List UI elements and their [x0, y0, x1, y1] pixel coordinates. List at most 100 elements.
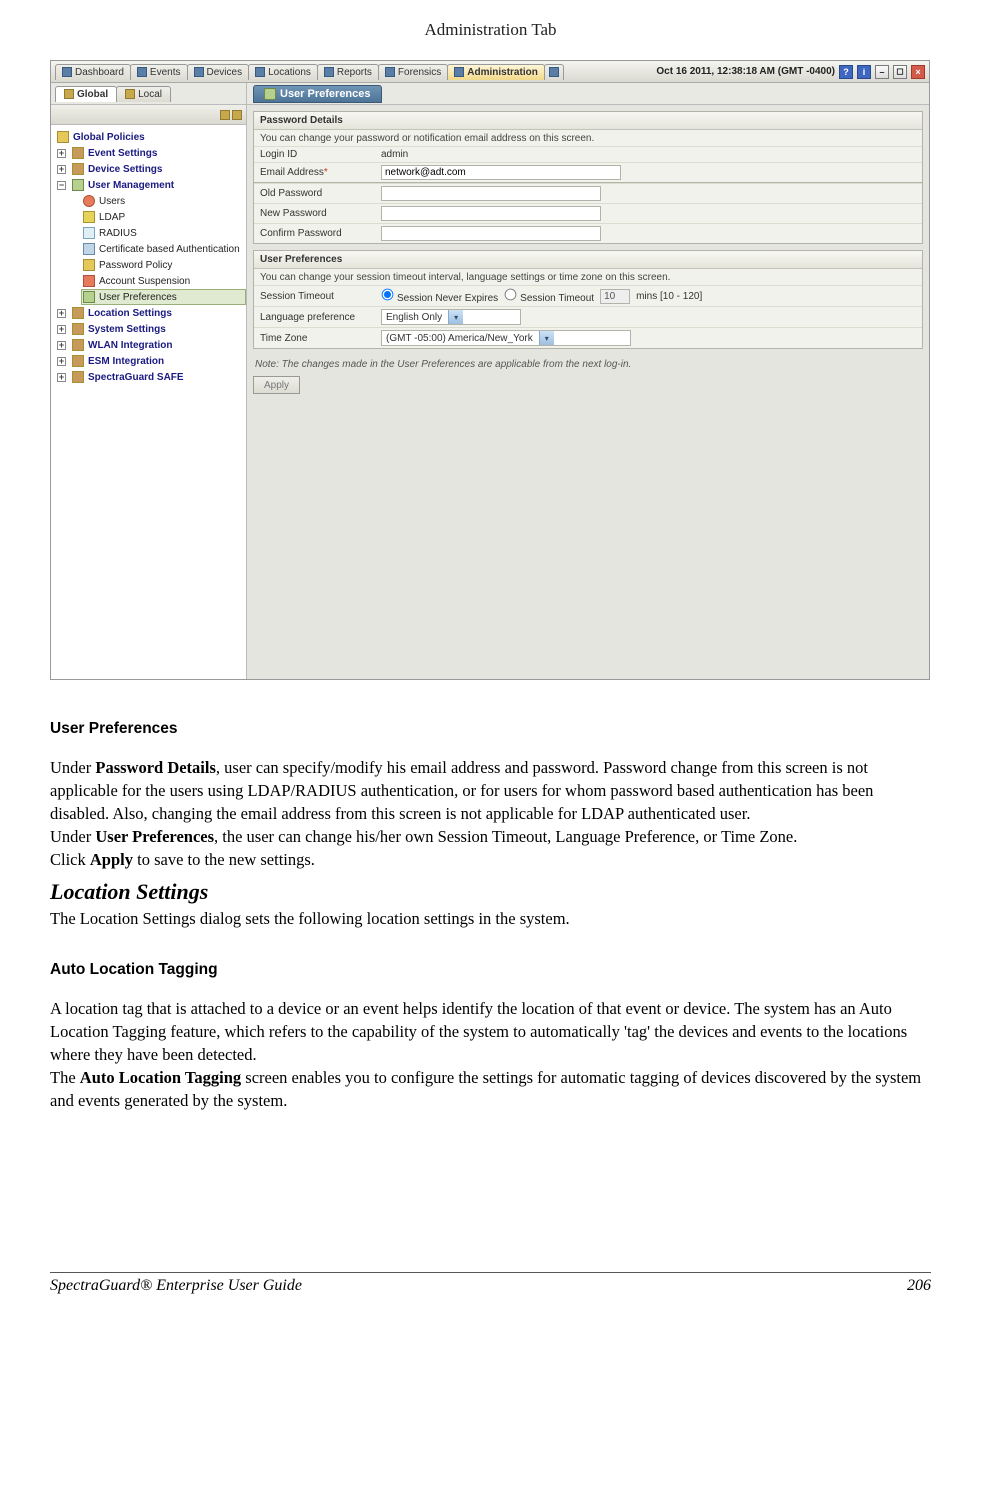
tab-label: Reports: [337, 67, 372, 78]
help-icon[interactable]: ?: [839, 65, 853, 79]
users-icon: [83, 195, 95, 207]
expander-icon[interactable]: +: [57, 149, 66, 158]
panel-title-label: User Preferences: [280, 88, 371, 100]
tab-reports[interactable]: Reports: [317, 64, 379, 80]
password-details-section: Password Details You can change your pas…: [253, 111, 923, 183]
tab-forensics[interactable]: Forensics: [378, 64, 448, 80]
tree-label: Location Settings: [88, 308, 172, 319]
app-topbar: Dashboard Events Devices Locations Repor…: [51, 61, 929, 83]
timezone-select[interactable]: (GMT -05:00) America/New_York ▾: [381, 330, 631, 346]
label-email: Email Address*: [260, 167, 375, 178]
tree-label: Account Suspension: [99, 276, 190, 287]
top-tabs: Dashboard Events Devices Locations Repor…: [55, 64, 563, 80]
tree-device-settings[interactable]: +Device Settings: [55, 161, 246, 177]
app-subbar: Global Local User Preferences: [51, 83, 929, 105]
tree-label: ESM Integration: [88, 356, 164, 367]
info-icon[interactable]: i: [857, 65, 871, 79]
tree-label: SpectraGuard SAFE: [88, 372, 184, 383]
old-password-field[interactable]: [381, 186, 601, 201]
apply-button[interactable]: Apply: [253, 376, 300, 394]
collapse-all-icon[interactable]: [232, 110, 242, 120]
tree-label: Event Settings: [88, 148, 157, 159]
events-icon: [137, 67, 147, 77]
expander-icon[interactable]: +: [57, 357, 66, 366]
prefs-icon: [264, 88, 276, 100]
row-old-password: Old Password: [254, 183, 922, 203]
row-timezone: Time Zone (GMT -05:00) America/New_York …: [254, 327, 922, 348]
folder-icon: [72, 163, 84, 175]
label-old-password: Old Password: [260, 188, 375, 199]
minimize-icon[interactable]: –: [875, 65, 889, 79]
tree-label: Global Policies: [73, 132, 145, 143]
tree-label: RADIUS: [99, 228, 137, 239]
tree-system-settings[interactable]: +System Settings: [55, 321, 246, 337]
tree-event-settings[interactable]: + Event Settings: [55, 145, 246, 161]
language-select[interactable]: English Only ▾: [381, 309, 521, 325]
tree-radius[interactable]: RADIUS: [81, 225, 246, 241]
folder-icon: [72, 323, 84, 335]
footer-page-number: 206: [907, 1277, 931, 1295]
folder-icon: [72, 307, 84, 319]
expander-icon[interactable]: −: [57, 181, 66, 190]
tree-label: WLAN Integration: [88, 340, 172, 351]
email-field[interactable]: [381, 165, 621, 180]
tab-dashboard[interactable]: Dashboard: [55, 64, 131, 80]
tree-label: User Preferences: [99, 292, 177, 303]
tree-ldap[interactable]: LDAP: [81, 209, 246, 225]
expander-icon[interactable]: +: [57, 165, 66, 174]
section-heading: Password Details: [254, 112, 922, 130]
expander-icon[interactable]: +: [57, 373, 66, 382]
radius-icon: [83, 227, 95, 239]
password-icon: [83, 259, 95, 271]
expander-icon[interactable]: +: [57, 325, 66, 334]
tab-label: Devices: [207, 67, 243, 78]
expander-icon[interactable]: +: [57, 341, 66, 350]
tree-password-policy[interactable]: Password Policy: [81, 257, 246, 273]
tab-locations[interactable]: Locations: [248, 64, 318, 80]
tab-events[interactable]: Events: [130, 64, 188, 80]
subtab-local[interactable]: Local: [116, 86, 171, 102]
tree-wlan-integration[interactable]: + WLAN Integration: [55, 337, 246, 353]
tree-cert-auth[interactable]: Certificate based Authentication: [81, 241, 246, 257]
policies-icon: [57, 131, 69, 143]
close-icon[interactable]: ×: [911, 65, 925, 79]
subtab-global[interactable]: Global: [55, 86, 117, 102]
expand-all-icon[interactable]: [220, 110, 230, 120]
globe-icon: [64, 89, 74, 99]
section-heading: User Preferences: [254, 251, 922, 269]
radio-session-timeout[interactable]: Session Timeout: [504, 288, 594, 304]
paragraph-password-details: Under Password Details, user can specify…: [50, 756, 931, 825]
tree-account-suspension[interactable]: Account Suspension: [81, 273, 246, 289]
admin-icon: [454, 67, 464, 77]
tree-users[interactable]: Users: [81, 193, 246, 209]
topbar-right: Oct 16 2011, 12:38:18 AM (GMT -0400) ? i…: [656, 65, 925, 79]
tab-label: Locations: [268, 67, 311, 78]
label-language: Language preference: [260, 312, 375, 323]
tab-label: Events: [150, 67, 181, 78]
section-description: You can change your password or notifica…: [254, 130, 922, 146]
refresh-icon: [549, 67, 559, 77]
subbar-right: User Preferences: [247, 85, 382, 103]
tree-user-management[interactable]: −User Management: [55, 177, 246, 193]
tab-label: Administration: [467, 67, 538, 78]
tree-esm-integration[interactable]: + ESM Integration: [55, 353, 246, 369]
tree-user-preferences[interactable]: User Preferences: [81, 289, 246, 305]
tree-global-policies[interactable]: Global Policies: [55, 129, 246, 145]
tree-location-settings[interactable]: + Location Settings: [55, 305, 246, 321]
tree-spectraguard-safe[interactable]: + SpectraGuard SAFE: [55, 369, 246, 385]
expander-icon[interactable]: +: [57, 309, 66, 318]
sidebar-toolbar: [51, 105, 246, 125]
maximize-icon[interactable]: ◻: [893, 65, 907, 79]
radio-never-expires[interactable]: Session Never Expires: [381, 288, 498, 304]
row-language: Language preference English Only ▾: [254, 306, 922, 327]
session-timeout-options: Session Never Expires Session Timeout mi…: [381, 288, 702, 304]
tab-devices[interactable]: Devices: [187, 64, 250, 80]
chevron-down-icon: ▾: [539, 331, 554, 345]
paragraph-location-settings: The Location Settings dialog sets the fo…: [50, 907, 931, 930]
select-value: English Only: [386, 312, 442, 323]
tab-extra[interactable]: [544, 64, 564, 80]
new-password-field[interactable]: [381, 206, 601, 221]
confirm-password-field[interactable]: [381, 226, 601, 241]
dashboard-icon: [62, 67, 72, 77]
tab-administration[interactable]: Administration: [447, 64, 545, 80]
